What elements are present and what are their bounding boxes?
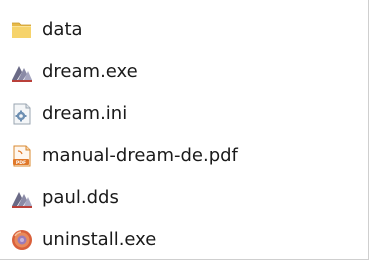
svg-text:PDF: PDF (16, 160, 26, 166)
list-item-paul-dds[interactable]: paul.dds (10, 182, 350, 214)
list-item-label: paul.dds (42, 187, 119, 208)
list-item-label: dream.ini (42, 103, 128, 124)
pdf-icon: PDF (13, 145, 31, 167)
list-item-dream-ini[interactable]: dream.ini (10, 98, 350, 130)
list-item-label: uninstall.exe (42, 229, 157, 250)
folder-icon (12, 22, 31, 38)
list-item-label: data (42, 19, 83, 40)
list-item-label: dream.exe (42, 61, 138, 82)
list-item-uninstall-exe[interactable]: uninstall.exe (10, 224, 350, 256)
list-item-label: manual-dream-de.pdf (42, 145, 238, 166)
list-item-data-folder[interactable]: data (10, 14, 350, 46)
dream-app-icon (12, 192, 32, 208)
uninstaller-icon (12, 230, 32, 250)
file-list: data dream.exe dream.ini PDF manual-drea… (0, 0, 369, 260)
list-item-manual-pdf[interactable]: PDF manual-dream-de.pdf (10, 140, 350, 172)
settings-file-icon (13, 103, 31, 125)
dream-app-icon (12, 66, 32, 82)
list-item-dream-exe[interactable]: dream.exe (10, 56, 350, 88)
